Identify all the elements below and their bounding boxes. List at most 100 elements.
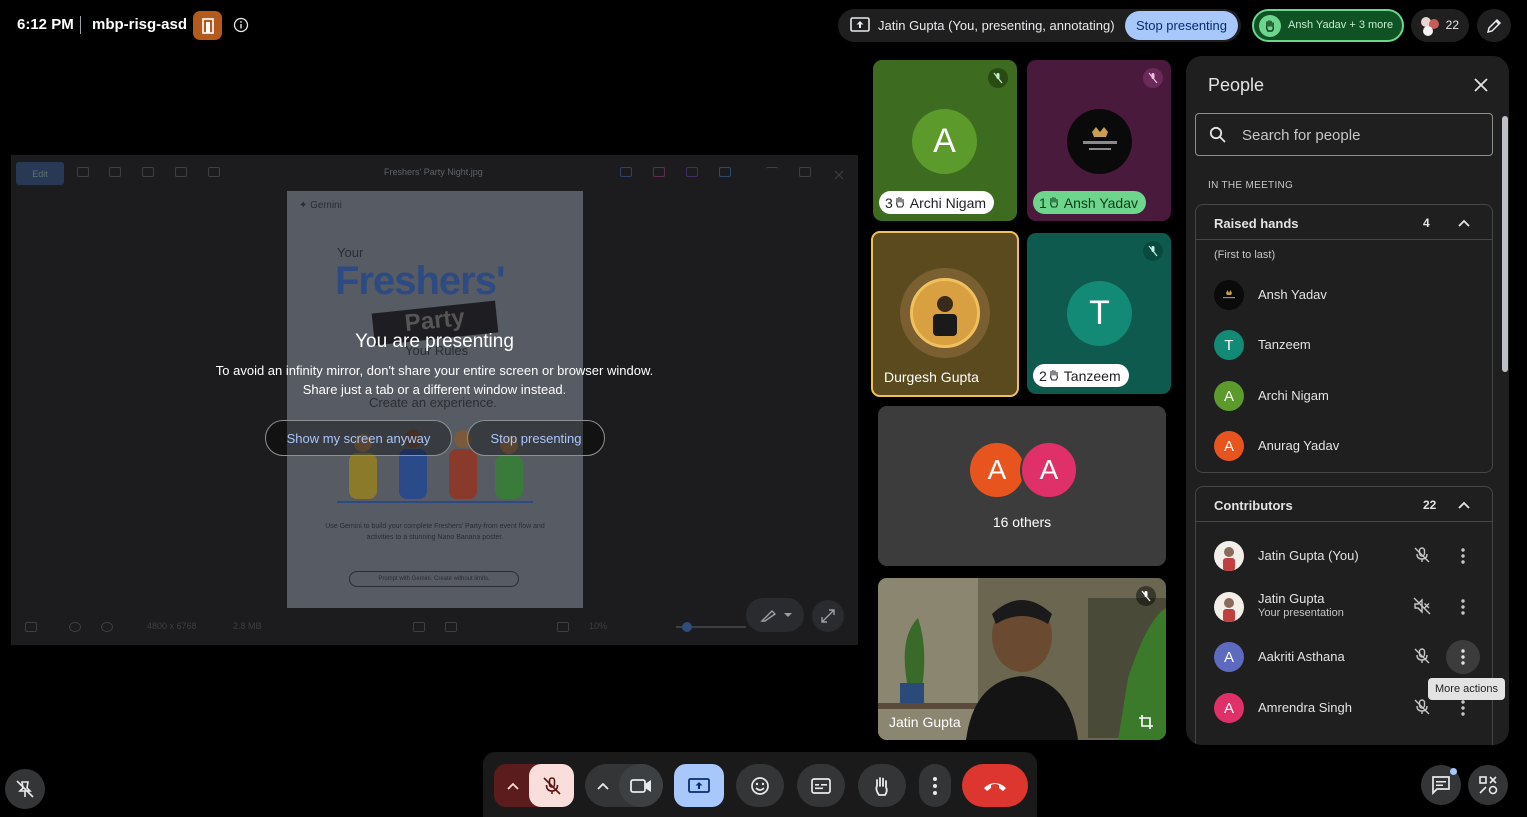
avatar — [1214, 592, 1244, 622]
mic-off-icon — [988, 68, 1008, 88]
list-item[interactable]: Jatin Gupta Your presentation — [1214, 587, 1492, 627]
warning-line-2: Share just a tab or a different window i… — [302, 382, 567, 397]
hang-up-icon — [984, 782, 1006, 791]
rotate-icon — [77, 167, 89, 177]
list-item[interactable]: A Aakriti Asthana — [1214, 637, 1492, 677]
audio-options-button[interactable] — [494, 764, 532, 807]
avatar: A — [1020, 441, 1078, 499]
more-options-icon[interactable] — [1446, 590, 1480, 624]
chevron-up-icon[interactable] — [1458, 499, 1470, 511]
search-input[interactable]: Search for people — [1195, 113, 1493, 156]
list-item[interactable]: A Archi Nigam — [1214, 376, 1492, 416]
hand-order: 1 — [1039, 194, 1047, 211]
info-icon — [101, 622, 113, 632]
list-item[interactable]: A Anurag Yadav — [1214, 426, 1492, 466]
presentation-audio-off-icon — [1413, 597, 1433, 617]
participant-tile-ansh[interactable]: 1 Ansh Yadav — [1027, 60, 1171, 221]
shapes-icon — [1479, 776, 1498, 795]
zoom-level: 10% — [589, 621, 608, 631]
person-name: Archi Nigam — [1258, 388, 1329, 403]
chat-button[interactable] — [1421, 765, 1461, 805]
self-video-tile[interactable]: Jatin Gupta — [878, 578, 1166, 740]
camera-toggle-button[interactable] — [619, 764, 663, 807]
viewer-file-name: Freshers' Party Night.jpg — [384, 167, 483, 177]
pin-off-button[interactable] — [5, 769, 45, 809]
chevron-up-icon[interactable] — [1458, 217, 1470, 229]
meeting-code: mbp-risg-asd — [92, 16, 188, 33]
others-tile[interactable]: A A 16 others — [878, 406, 1166, 566]
overlay-stop-presenting-button[interactable]: Stop presenting — [467, 420, 605, 456]
more-actions-button[interactable] — [1446, 640, 1480, 674]
you-are-presenting-title: You are presenting — [355, 331, 514, 352]
participant-tile-archi[interactable]: A 3 Archi Nigam — [873, 60, 1017, 221]
favorite-icon — [69, 622, 81, 632]
captions-button[interactable] — [797, 764, 845, 807]
slideshow-icon — [208, 167, 220, 177]
panel-scrollbar[interactable] — [1502, 116, 1508, 372]
annotate-pencil-button[interactable] — [1477, 9, 1511, 42]
avatar — [910, 278, 980, 348]
poster-freshers: Freshers' — [335, 259, 505, 303]
fit-icon — [413, 622, 425, 632]
zoom-slider-thumb — [682, 622, 692, 632]
poster-cta: Prompt with Gemini. Create without limit… — [349, 571, 519, 587]
avatar: A — [912, 109, 977, 174]
divider — [80, 16, 81, 34]
raised-hands-group: Raised hands 4 (First to last) Ansh Yada… — [1195, 204, 1493, 473]
expand-icon — [821, 609, 835, 623]
name-chip: 1 Ansh Yadav — [1033, 191, 1147, 214]
presentation-stage: Edit Freshers' Party Night.jpg ✦ Gemini … — [11, 155, 858, 645]
expand-presentation-button[interactable] — [812, 600, 844, 632]
participants-button[interactable]: 22 — [1411, 9, 1469, 42]
raised-hands-pill[interactable]: Ansh Yadav + 3 more — [1252, 9, 1404, 42]
poster-description: Use Gemini to build your complete Freshe… — [325, 523, 545, 541]
list-item[interactable]: Ansh Yadav — [1214, 275, 1492, 315]
pencil-icon — [1486, 18, 1502, 33]
video-options-button[interactable] — [585, 764, 621, 807]
participant-tile-tanzeem[interactable]: T 2 Tanzeem — [1027, 233, 1171, 394]
activities-button[interactable] — [1468, 765, 1508, 805]
crop-icon[interactable] — [1138, 714, 1154, 735]
reactions-button[interactable] — [736, 764, 784, 807]
name-chip: 3 Archi Nigam — [879, 191, 995, 214]
more-options-button[interactable] — [919, 764, 951, 807]
participant-tile-durgesh[interactable]: Durgesh Gupta — [871, 231, 1019, 397]
show-screen-anyway-button[interactable]: Show my screen anyway — [265, 420, 452, 456]
mic-off-icon — [1413, 546, 1433, 566]
others-count: 16 others — [992, 514, 1052, 530]
person-name: Anurag Yadav — [1258, 438, 1340, 453]
poster-brand: ✦ Gemini — [299, 200, 342, 211]
captions-icon — [811, 777, 831, 794]
leave-call-button[interactable] — [962, 764, 1028, 807]
microphone-toggle-button[interactable] — [529, 764, 574, 807]
door-icon[interactable] — [193, 11, 222, 40]
raise-hand-button[interactable] — [858, 764, 906, 807]
minimize-icon — [766, 167, 778, 177]
mic-off-icon — [1413, 647, 1433, 667]
app-icon — [620, 167, 632, 177]
camera-icon — [630, 778, 651, 793]
present-screen-button[interactable] — [674, 764, 724, 807]
camera-control-group — [585, 764, 663, 807]
stop-presenting-button[interactable]: Stop presenting — [1125, 11, 1238, 40]
warning-line-1: To avoid an infinity mirror, don't share… — [215, 363, 654, 378]
list-item[interactable]: T Tanzeem — [1214, 325, 1492, 365]
person-name: Jatin Gupta — [1258, 591, 1325, 606]
close-icon[interactable] — [1472, 76, 1490, 94]
more-options-icon[interactable] — [1446, 539, 1480, 573]
group-count: 22 — [1423, 498, 1437, 512]
contributors-header[interactable]: Contributors 22 — [1196, 487, 1492, 522]
share-icon — [175, 167, 187, 177]
list-item[interactable]: Jatin Gupta (You) — [1214, 536, 1492, 576]
hand-order: 3 — [885, 194, 893, 211]
group-count: 4 — [1423, 216, 1430, 230]
panel-title: People — [1208, 75, 1265, 95]
participant-name: Jatin Gupta — [889, 714, 961, 730]
image-dimensions: 4800 x 6768 — [147, 621, 197, 631]
annotation-tools-button[interactable] — [746, 598, 804, 632]
raised-hands-header[interactable]: Raised hands 4 — [1196, 205, 1492, 240]
order-note: (First to last) — [1214, 249, 1276, 261]
participant-name: Archi Nigam — [909, 194, 987, 211]
info-icon[interactable] — [233, 17, 249, 33]
unread-dot — [1450, 768, 1457, 775]
